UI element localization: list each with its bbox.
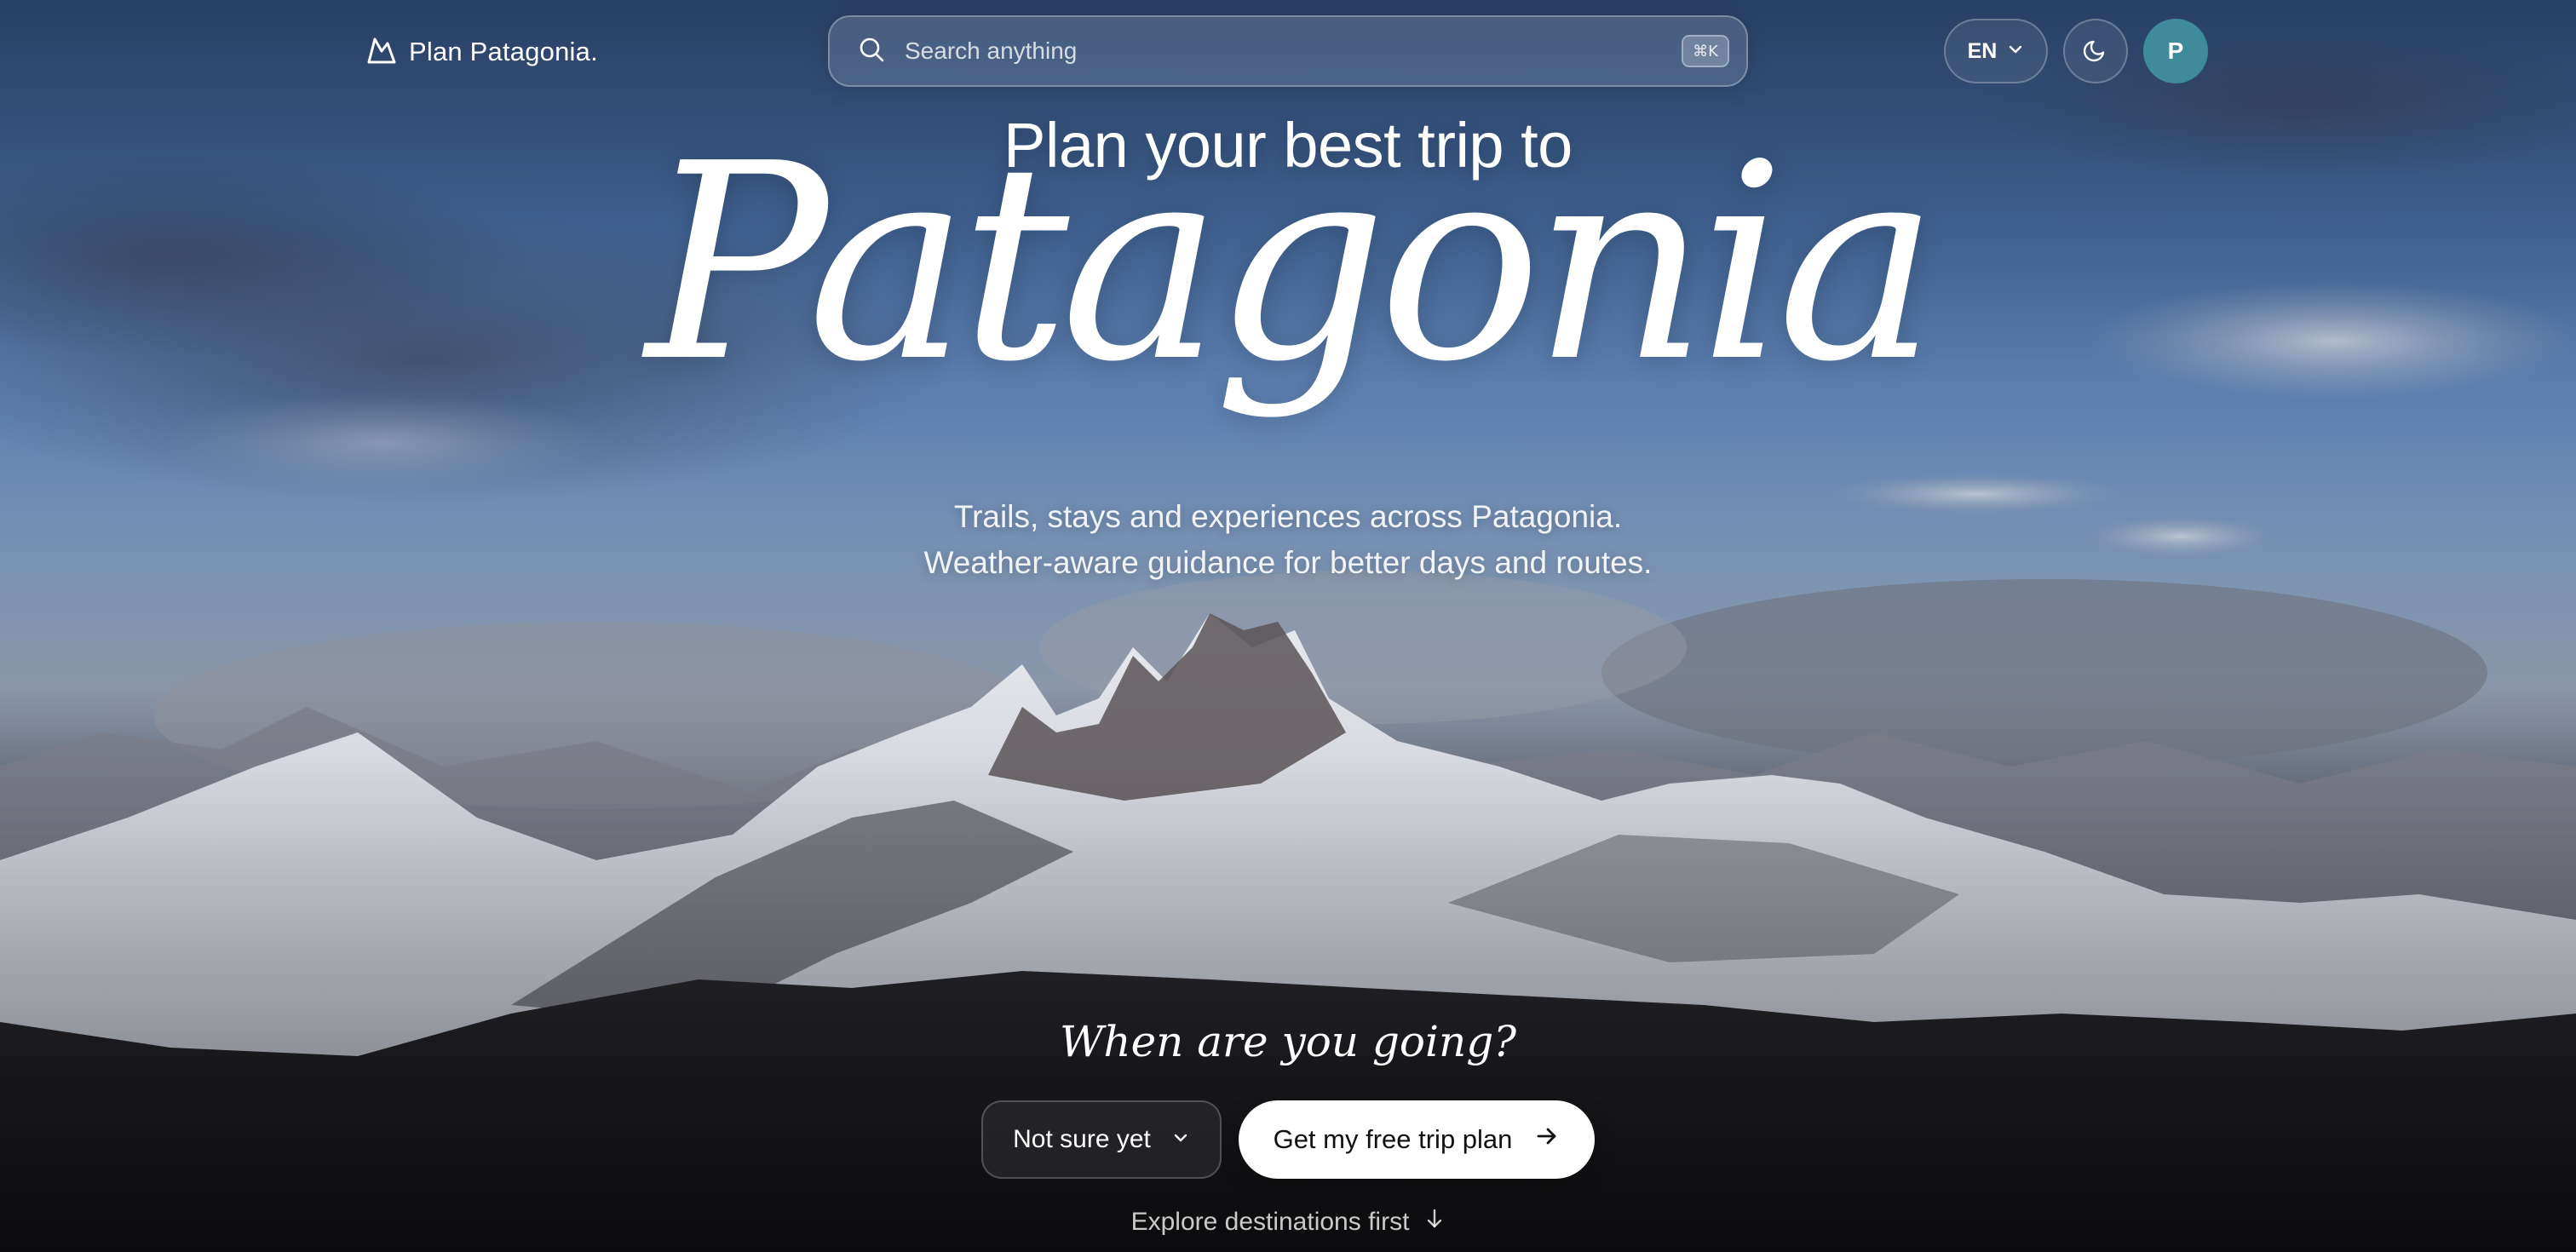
- language-selector[interactable]: EN: [1944, 19, 2048, 83]
- chevron-down-icon: [1171, 1125, 1190, 1154]
- hero-stage: Plan Patagonia. ⌘K EN P Plan your best t…: [0, 0, 2576, 1252]
- search-icon: [857, 35, 886, 68]
- hero-subtitle-line-2: Weather-aware guidance for better days a…: [923, 545, 1653, 580]
- explore-destinations-link[interactable]: Explore destinations first: [0, 1208, 2576, 1237]
- arrow-down-icon: [1424, 1208, 1445, 1237]
- language-label: EN: [1967, 38, 1998, 63]
- mountain-icon: [366, 36, 397, 69]
- travel-date-value: Not sure yet: [1013, 1125, 1151, 1153]
- arrow-right-icon: [1534, 1123, 1560, 1156]
- explore-label: Explore destinations first: [1130, 1208, 1410, 1236]
- get-trip-plan-button[interactable]: Get my free trip plan: [1239, 1100, 1595, 1179]
- brand-name: Plan Patagonia.: [409, 37, 598, 66]
- moon-icon: [2082, 36, 2109, 67]
- hero-subtitle-line-1: Trails, stays and experiences across Pat…: [953, 499, 1623, 534]
- brand-logo-link[interactable]: Plan Patagonia.: [366, 32, 598, 72]
- theme-toggle-button[interactable]: [2063, 19, 2128, 83]
- cta-label: Get my free trip plan: [1273, 1124, 1513, 1154]
- search-input[interactable]: [905, 37, 1682, 65]
- search-shortcut-badge: ⌘K: [1682, 35, 1729, 67]
- hero-title: Patagonia: [646, 106, 1939, 421]
- chevron-down-icon: [2007, 39, 2024, 64]
- travel-date-select[interactable]: Not sure yet: [981, 1100, 1222, 1179]
- travel-date-question: When are you going?: [1059, 1017, 1517, 1066]
- search-bar[interactable]: ⌘K: [828, 15, 1748, 87]
- avatar[interactable]: P: [2143, 19, 2208, 83]
